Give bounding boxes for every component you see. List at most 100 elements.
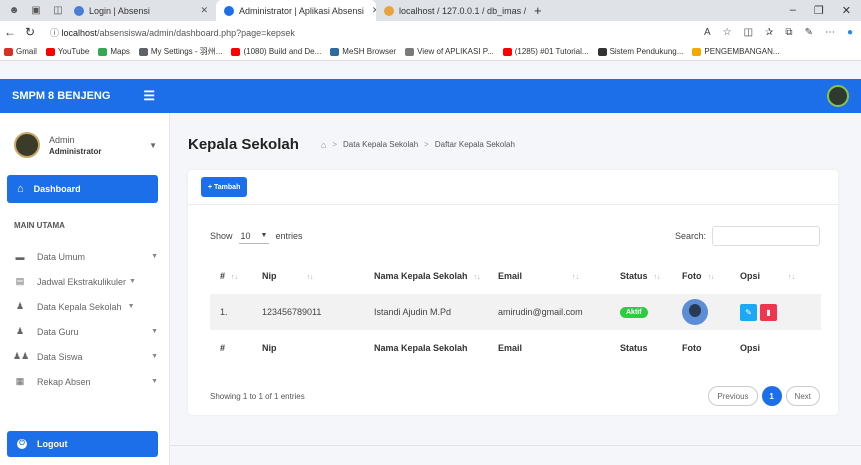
favorite-star-icon[interactable]: ☆ [723, 27, 732, 38]
edit-button[interactable]: ✎ [740, 303, 757, 321]
more-menu-icon[interactable]: ⋯ [825, 27, 835, 38]
back-icon[interactable]: ← [0, 25, 20, 39]
menu-section-label: MAIN UTAMA [14, 221, 65, 230]
cell-no: 1. [220, 307, 228, 317]
tab-actions-icon[interactable]: ◫ [50, 3, 66, 19]
bookmark-tutorial[interactable]: (1285) #01 Tutorial... [502, 47, 589, 56]
entries-label: entries [275, 231, 303, 241]
sidebar-item-data-umum[interactable]: ▬ Data Umum ▼ [0, 244, 170, 269]
breadcrumb-separator: > [332, 140, 337, 149]
profile-icon[interactable]: ☻ [6, 3, 22, 19]
cell-status: Aktif [610, 294, 672, 330]
page-top-spacer [0, 61, 861, 79]
mesh-icon [330, 47, 340, 56]
status-badge: Aktif [620, 307, 648, 318]
bookmark-mesh[interactable]: MeSH Browser [330, 47, 396, 56]
kepala-sekolah-table: # ↑↓ Nip ↑↓ Nama Kepala Sekolah ↑↓ Email ↑↓ … [210, 258, 821, 366]
maps-icon [98, 47, 108, 56]
search-input[interactable] [712, 226, 820, 246]
table-header-row: # ↑↓ Nip ↑↓ Nama Kepala Sekolah ↑↓ Email ↑↓ … [210, 258, 821, 294]
user-avatar-top[interactable] [827, 85, 849, 107]
power-icon: ⏻ [17, 439, 27, 449]
chevron-down-icon: ▼ [151, 378, 158, 385]
user-panel[interactable]: Admin Administrator ▼ [0, 113, 169, 161]
sort-icon: ↑↓ [653, 274, 661, 281]
bookmarks-bar: Gmail YouTube Maps My Settings - 羽州... (… [0, 43, 861, 61]
breadcrumb: ⌂ > Data Kepala Sekolah > Daftar Kepala … [321, 140, 515, 150]
restore-icon[interactable]: ❐ [814, 4, 824, 17]
close-tab-icon[interactable]: ✕ [364, 5, 376, 16]
extensions-icon[interactable]: ✎ [805, 27, 813, 38]
sidebar-item-data-kepala-sekolah[interactable]: ♟ Data Kepala Sekolah ▼ [0, 294, 170, 319]
logout-button[interactable]: ⏻ Logout [7, 431, 158, 457]
workspaces-icon[interactable]: ▣ [28, 3, 44, 19]
tab-administrator[interactable]: Administrator | Aplikasi Absensi ✕ [216, 0, 376, 21]
delete-button[interactable]: ▮ [760, 303, 777, 321]
close-window-icon[interactable]: ✕ [842, 4, 851, 17]
column-header-no[interactable]: # ↑↓ [210, 258, 252, 294]
column-header-nama[interactable]: Nama Kepala Sekolah ↑↓ [364, 258, 488, 294]
bookmark-spk[interactable]: Sistem Pendukung... [597, 47, 683, 56]
read-aloud-icon[interactable]: A [704, 27, 711, 38]
tab-phpmyadmin[interactable]: localhost / 127.0.0.1 / db_imas / ✕ [376, 0, 526, 21]
next-button[interactable]: Next [785, 386, 820, 406]
column-header-status[interactable]: Status ↑↓ [610, 258, 672, 294]
hamburger-menu-icon[interactable]: ☰ [143, 88, 155, 104]
brand-title[interactable]: SMPM 8 BENJENG [12, 90, 110, 102]
column-header-email[interactable]: Email ↑↓ [488, 258, 610, 294]
bookmark-youtube[interactable]: YouTube [45, 47, 89, 56]
column-header-opsi[interactable]: Opsi ↑↓ [730, 258, 821, 294]
sidebar: Admin Administrator ▼ ⌂ Dashboard MAIN U… [0, 113, 170, 465]
column-header-nip[interactable]: Nip ↑↓ [252, 258, 364, 294]
gmail-icon [4, 47, 13, 56]
sidebar-item-dashboard[interactable]: ⌂ Dashboard [7, 175, 158, 203]
trash-icon: ▮ [766, 307, 771, 317]
entries-select[interactable]: 10 ▼ [238, 228, 270, 244]
sidebar-item-data-guru[interactable]: ♟ Data Guru ▼ [0, 319, 170, 344]
bookmark-gmail[interactable]: Gmail [4, 47, 37, 56]
sidebar-item-rekap-absen[interactable]: ▦ Rekap Absen ▼ [0, 369, 170, 394]
caret-down-icon[interactable]: ▼ [149, 141, 157, 150]
close-tab-icon[interactable]: ✕ [192, 5, 208, 16]
reload-icon[interactable]: ↻ [20, 25, 40, 39]
avatar [682, 299, 708, 325]
collections-icon[interactable]: ⧉ [785, 27, 792, 38]
chevron-down-icon: ▼ [151, 253, 158, 260]
bookmark-aplikasi[interactable]: View of APLIKASI P... [405, 47, 494, 56]
youtube-icon [231, 47, 241, 56]
footer-nip: Nip [252, 330, 364, 366]
tab-favicon-icon [74, 5, 84, 16]
sidebar-item-data-siswa[interactable]: ♟♟ Data Siswa ▼ [0, 344, 170, 369]
pagination: Previous 1 Next [708, 386, 820, 406]
info-icon: ⓘ [50, 27, 62, 38]
split-screen-icon[interactable]: ◫ [744, 27, 753, 38]
chevron-down-icon: ▼ [151, 328, 158, 335]
bookmark-pengembangan[interactable]: PENGEMBANGAN... [692, 47, 780, 56]
breadcrumb-separator: > [424, 140, 429, 149]
favorites-icon[interactable]: ✰ [765, 27, 773, 38]
cell-opsi: ✎ ▮ [730, 294, 821, 330]
table-row: 1. 123456789011 Istandi Ajudin M.Pd amir… [210, 294, 821, 330]
bookmark-build[interactable]: (1080) Build and De... [231, 47, 321, 56]
sort-icon: ↑↓ [707, 274, 715, 281]
page-1-button[interactable]: 1 [761, 386, 782, 406]
cell-nama: Istandi Ajudin M.Pd [374, 307, 452, 317]
minimize-icon[interactable]: – [790, 4, 796, 17]
user-tie-icon: ♟ [15, 326, 25, 336]
url-field[interactable]: ⓘ localhost/absensiswa/admin/dashboard.p… [50, 26, 704, 39]
home-icon[interactable]: ⌂ [321, 140, 326, 150]
bookmark-maps[interactable]: Maps [98, 47, 130, 56]
column-header-foto[interactable]: Foto ↑↓ [672, 258, 730, 294]
tab-login[interactable]: Login | Absensi ✕ [66, 0, 216, 21]
table-controls: Show 10 ▼ entries Search: [210, 226, 820, 246]
new-tab-button[interactable]: + [526, 0, 550, 21]
previous-button[interactable]: Previous [708, 386, 758, 406]
bookmark-my-settings[interactable]: My Settings - 羽州... [138, 46, 222, 57]
globe-icon [405, 47, 415, 56]
breadcrumb-item[interactable]: Data Kepala Sekolah [343, 140, 418, 149]
search-label: Search: [674, 231, 706, 241]
tab-favicon-icon [224, 5, 234, 16]
add-button[interactable]: + Tambah [201, 177, 248, 197]
copilot-icon[interactable]: ● [847, 27, 853, 38]
sidebar-item-jadwal-ekstrakulikuler[interactable]: ▤ Jadwal Ekstrakulikuler ▼ [0, 269, 170, 294]
